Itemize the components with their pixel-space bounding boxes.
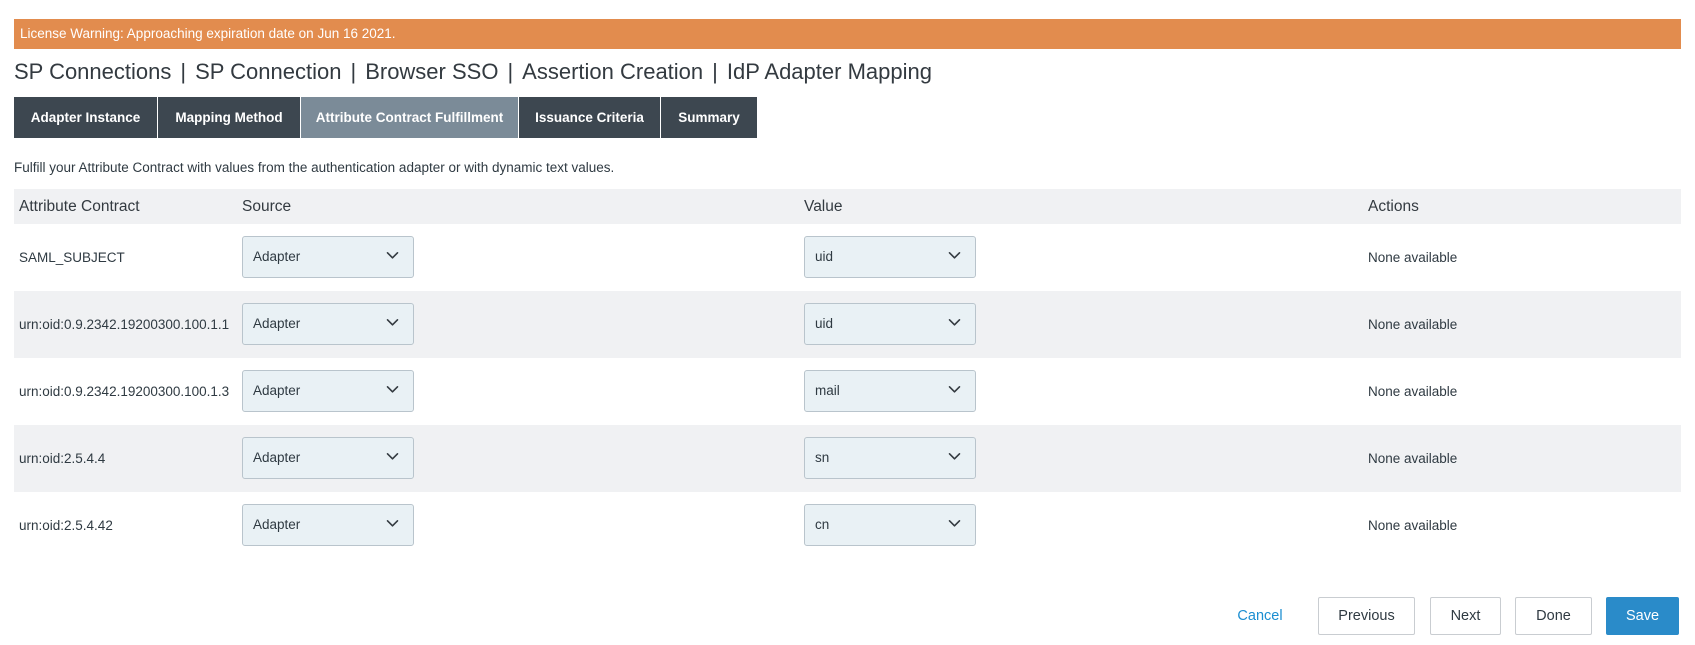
chevron-down-icon (948, 319, 961, 326)
value-select[interactable]: uid (804, 236, 976, 278)
breadcrumb-separator: | (712, 59, 718, 84)
breadcrumb-separator: | (180, 59, 187, 84)
chevron-down-icon (948, 453, 961, 460)
table-row: SAML_SUBJECT Adapter uid None available (14, 224, 1681, 291)
source-select-value: Adapter (253, 316, 301, 331)
source-select-value: Adapter (253, 517, 301, 532)
tab-attribute-contract-fulfillment[interactable]: Attribute Contract Fulfillment (301, 97, 519, 138)
breadcrumb-item-browser-sso: Browser SSO (365, 59, 499, 84)
actions-text: None available (1368, 250, 1458, 265)
chevron-down-icon (386, 453, 399, 460)
license-warning-banner: License Warning: Approaching expiration … (14, 19, 1681, 49)
attribute-name: urn:oid:2.5.4.42 (19, 518, 113, 533)
cancel-button[interactable]: Cancel (1225, 597, 1295, 635)
header-actions: Actions (1368, 198, 1419, 215)
breadcrumb: SP Connections | SP Connection | Browser SSO… (14, 54, 932, 90)
source-select[interactable]: Adapter (242, 437, 414, 479)
value-select[interactable]: mail (804, 370, 976, 412)
tab-mapping-method[interactable]: Mapping Method (158, 97, 301, 138)
chevron-down-icon (386, 520, 399, 527)
source-select[interactable]: Adapter (242, 303, 414, 345)
attribute-contract-table: Attribute Contract Source Value Actions … (14, 189, 1681, 559)
value-select[interactable]: cn (804, 504, 976, 546)
wizard-tabs: Adapter Instance Mapping Method Attribut… (14, 97, 757, 138)
table-row: urn:oid:2.5.4.42 Adapter cn None available (14, 492, 1681, 559)
next-button[interactable]: Next (1430, 597, 1501, 635)
actions-text: None available (1368, 384, 1458, 399)
actions-text: None available (1368, 518, 1458, 533)
chevron-down-icon (948, 520, 961, 527)
attribute-name: urn:oid:2.5.4.4 (19, 451, 106, 466)
value-select-value: mail (815, 383, 840, 398)
tab-issuance-criteria[interactable]: Issuance Criteria (519, 97, 661, 138)
source-select-value: Adapter (253, 450, 301, 465)
breadcrumb-item-sp-connection: SP Connection (195, 59, 342, 84)
header-attribute-contract: Attribute Contract (19, 198, 140, 215)
table-body: SAML_SUBJECT Adapter uid None available urn:… (14, 224, 1681, 559)
chevron-down-icon (386, 252, 399, 259)
table-row: urn:oid:2.5.4.4 Adapter sn None available (14, 425, 1681, 492)
attribute-name: urn:oid:0.9.2342.19200300.100.1.3 (19, 384, 230, 399)
save-button[interactable]: Save (1606, 597, 1679, 635)
page-description: Fulfill your Attribute Contract with val… (14, 160, 615, 175)
actions-text: None available (1368, 451, 1458, 466)
table-row: urn:oid:0.9.2342.19200300.100.1.3 Adapter… (14, 358, 1681, 425)
chevron-down-icon (386, 386, 399, 393)
source-select-value: Adapter (253, 383, 301, 398)
value-select-value: uid (815, 316, 834, 331)
breadcrumb-item-sp-connections: SP Connections (14, 59, 172, 84)
breadcrumb-item-idp-adapter-mapping: IdP Adapter Mapping (726, 59, 932, 84)
breadcrumb-separator: | (350, 59, 357, 84)
breadcrumb-separator: | (507, 59, 514, 84)
done-button[interactable]: Done (1515, 597, 1592, 635)
value-select[interactable]: uid (804, 303, 976, 345)
value-select[interactable]: sn (804, 437, 976, 479)
source-select[interactable]: Adapter (242, 236, 414, 278)
attribute-name: urn:oid:0.9.2342.19200300.100.1.1 (19, 317, 230, 332)
chevron-down-icon (948, 386, 961, 393)
tab-adapter-instance[interactable]: Adapter Instance (14, 97, 158, 138)
value-select-value: uid (815, 249, 834, 264)
previous-button[interactable]: Previous (1318, 597, 1415, 635)
header-value: Value (804, 198, 843, 215)
chevron-down-icon (948, 252, 961, 259)
table-header: Attribute Contract Source Value Actions (14, 189, 1681, 224)
table-row: urn:oid:0.9.2342.19200300.100.1.1 Adapter… (14, 291, 1681, 358)
breadcrumb-item-assertion-creation: Assertion Creation (522, 59, 704, 84)
source-select[interactable]: Adapter (242, 504, 414, 546)
footer-actions: Cancel Previous Next Done Save (0, 597, 1695, 637)
attribute-name: SAML_SUBJECT (19, 250, 125, 265)
source-select[interactable]: Adapter (242, 370, 414, 412)
actions-text: None available (1368, 317, 1458, 332)
value-select-value: cn (815, 517, 830, 532)
source-select-value: Adapter (253, 249, 301, 264)
header-source: Source (242, 198, 292, 215)
tab-summary[interactable]: Summary (661, 97, 757, 138)
value-select-value: sn (815, 450, 830, 465)
chevron-down-icon (386, 319, 399, 326)
